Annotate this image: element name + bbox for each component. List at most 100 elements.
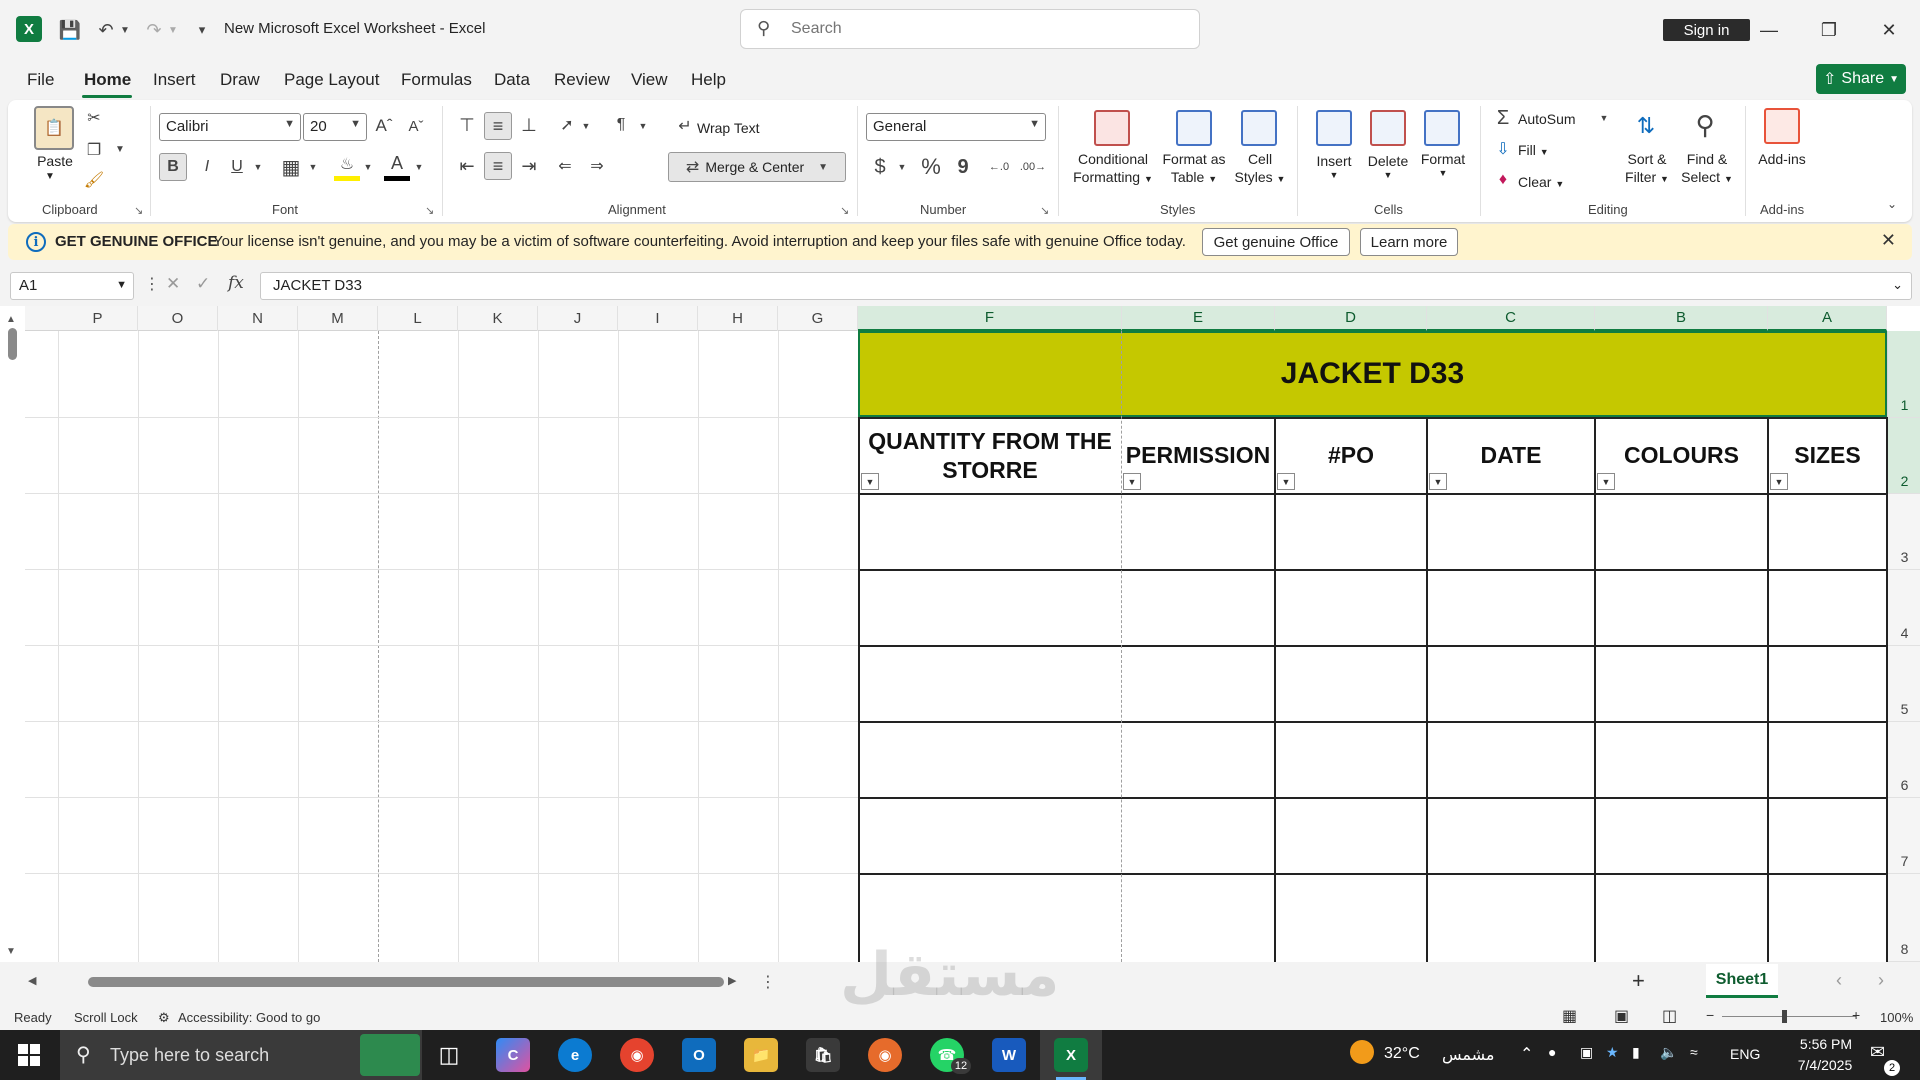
font-color-icon[interactable]: A [384, 151, 410, 181]
header-date[interactable]: DATE [1428, 418, 1594, 493]
clear-icon[interactable]: ♦ [1492, 169, 1514, 191]
scroll-left-icon[interactable]: ◀ [28, 974, 36, 987]
input-language[interactable]: ENG [1730, 1046, 1760, 1062]
redo-dropdown-icon[interactable]: ▼ [166, 16, 180, 44]
horizontal-scroll-thumb[interactable] [88, 977, 724, 987]
confirm-entry-icon[interactable]: ✓ [196, 274, 210, 294]
status-accessibility[interactable]: Accessibility: Good to go [178, 1010, 320, 1025]
sort-filter-button[interactable]: Sort & Filter ▼ [1618, 150, 1676, 186]
find-select-button[interactable]: Find & Select ▼ [1676, 150, 1738, 186]
increase-indent-icon[interactable]: ⇒ [584, 153, 610, 179]
copilot-tray-icon[interactable]: ● [1548, 1044, 1556, 1060]
filter-dropdown-icon[interactable]: ▼ [1123, 473, 1141, 490]
firefox-icon[interactable]: ◉ [868, 1038, 902, 1072]
cell-styles-icon[interactable] [1241, 110, 1277, 146]
align-left-icon[interactable]: ⇤ [454, 153, 480, 179]
top-align-icon[interactable]: ⊤ [454, 112, 480, 138]
decrease-font-icon[interactable]: Aˇ [404, 114, 428, 138]
minimize-icon[interactable]: — [1744, 14, 1794, 46]
wrap-text-button[interactable]: Wrap Text [697, 119, 760, 137]
zoom-in-icon[interactable]: + [1852, 1007, 1860, 1023]
middle-align-icon[interactable]: ≡ [484, 112, 512, 140]
merge-center-button[interactable]: ⇄ Merge & Center ▼ [668, 152, 846, 182]
copy-icon[interactable]: ❐ [82, 138, 106, 162]
weather-temperature[interactable]: 32°C [1384, 1045, 1420, 1063]
vertical-scrollbar[interactable]: ▲ ▼ [0, 306, 25, 962]
column-header-j[interactable]: J [538, 306, 618, 331]
excel-taskbar-icon[interactable]: X [1054, 1038, 1088, 1072]
orientation-icon[interactable]: ➚ [554, 112, 580, 138]
row-header-7[interactable]: 7 [1888, 798, 1920, 874]
conditional-formatting-icon[interactable] [1094, 110, 1130, 146]
number-format-select[interactable]: General ▼ [866, 113, 1046, 141]
tab-insert[interactable]: Insert [153, 70, 196, 90]
row-header-4[interactable]: 4 [1888, 570, 1920, 646]
currency-dropdown-icon[interactable]: ▼ [896, 160, 908, 174]
close-notice-icon[interactable]: ✕ [1881, 230, 1896, 251]
zoom-out-icon[interactable]: − [1706, 1007, 1714, 1023]
fill-icon[interactable]: ⇩ [1492, 138, 1514, 160]
column-header-i[interactable]: I [618, 306, 698, 331]
fill-button[interactable]: Fill ▼ [1518, 141, 1549, 159]
autosum-icon[interactable]: Σ [1492, 107, 1514, 129]
text-direction-dropdown-icon[interactable]: ▼ [637, 120, 649, 132]
column-header-b[interactable]: B [1595, 306, 1768, 331]
edge-icon[interactable]: e [558, 1038, 592, 1072]
taskbar-search[interactable]: ⚲ Type here to search [60, 1030, 422, 1080]
clock-date[interactable]: 7/4/2025 [1780, 1057, 1870, 1073]
outlook-icon[interactable]: O [682, 1038, 716, 1072]
tab-home[interactable]: Home [84, 70, 131, 90]
column-header-k[interactable]: K [458, 306, 538, 331]
redo-icon[interactable]: ↷ [140, 16, 168, 44]
page-layout-view-icon[interactable]: ▣ [1614, 1006, 1629, 1026]
column-header-o[interactable]: O [138, 306, 218, 331]
filter-dropdown-icon[interactable]: ▼ [1597, 473, 1615, 490]
tab-view[interactable]: View [631, 70, 668, 90]
column-header-d[interactable]: D [1275, 306, 1427, 331]
increase-font-icon[interactable]: Aˆ [372, 114, 396, 138]
insert-cells-icon[interactable] [1316, 110, 1352, 146]
name-box[interactable]: A1 ▼ [10, 272, 134, 300]
next-sheet-icon[interactable]: › [1878, 970, 1884, 991]
filter-dropdown-icon[interactable]: ▼ [1770, 473, 1788, 490]
undo-dropdown-icon[interactable]: ▼ [118, 16, 132, 44]
delete-cells-button[interactable]: Delete ▼ [1362, 152, 1414, 182]
text-direction-icon[interactable]: ¶ [608, 112, 634, 138]
file-explorer-icon[interactable]: 📁 [744, 1038, 778, 1072]
share-button[interactable]: ⇧ Share ▼ [1816, 64, 1906, 94]
column-header-p[interactable]: P [58, 306, 138, 331]
clipboard-launcher-icon[interactable]: ↘ [134, 204, 143, 217]
header-quantity[interactable]: QUANTITY FROM THE STORRE [860, 418, 1120, 493]
format-as-table-button[interactable]: Format as Table ▼ [1158, 150, 1230, 186]
underline-dropdown-icon[interactable]: ▼ [252, 160, 264, 174]
orientation-dropdown-icon[interactable]: ▼ [580, 120, 592, 132]
cut-icon[interactable]: ✂ [82, 106, 106, 130]
font-size-select[interactable]: 20 ▼ [303, 113, 367, 141]
clear-button[interactable]: Clear ▼ [1518, 173, 1564, 191]
chrome-icon[interactable]: ◉ [620, 1038, 654, 1072]
store-icon[interactable]: 🛍 [806, 1038, 840, 1072]
format-cells-icon[interactable] [1424, 110, 1460, 146]
copy-dropdown-icon[interactable]: ▼ [113, 142, 127, 156]
borders-icon[interactable]: ▦ [278, 153, 304, 181]
paste-button[interactable]: Paste [30, 152, 80, 170]
restore-icon[interactable]: ❐ [1804, 14, 1854, 46]
row-header-8[interactable]: 8 [1888, 874, 1920, 962]
ribbon-collapse-icon[interactable]: ⌄ [1882, 196, 1902, 212]
decrease-indent-icon[interactable]: ⇐ [552, 153, 578, 179]
bluetooth-icon[interactable]: ★ [1606, 1044, 1619, 1061]
conditional-formatting-button[interactable]: Conditional Formatting ▼ [1070, 150, 1156, 186]
format-cells-button[interactable]: Format ▼ [1416, 150, 1470, 180]
align-right-icon[interactable]: ⇥ [516, 153, 542, 179]
sheet-options-icon[interactable]: ⋮ [760, 972, 776, 992]
tab-file[interactable]: File [27, 70, 54, 90]
paste-icon[interactable]: 📋 [34, 106, 74, 150]
filter-dropdown-icon[interactable]: ▼ [1277, 473, 1295, 490]
find-select-icon[interactable]: ⚲ [1686, 106, 1724, 144]
font-name-select[interactable]: Calibri ▼ [159, 113, 301, 141]
comma-style-button[interactable]: 9 [952, 153, 974, 181]
battery-icon[interactable]: ▮ [1632, 1044, 1640, 1061]
insert-function-icon[interactable]: fx [228, 273, 244, 293]
more-options-icon[interactable]: ⋮ [144, 274, 160, 294]
wifi-icon[interactable]: ≈ [1690, 1044, 1698, 1060]
